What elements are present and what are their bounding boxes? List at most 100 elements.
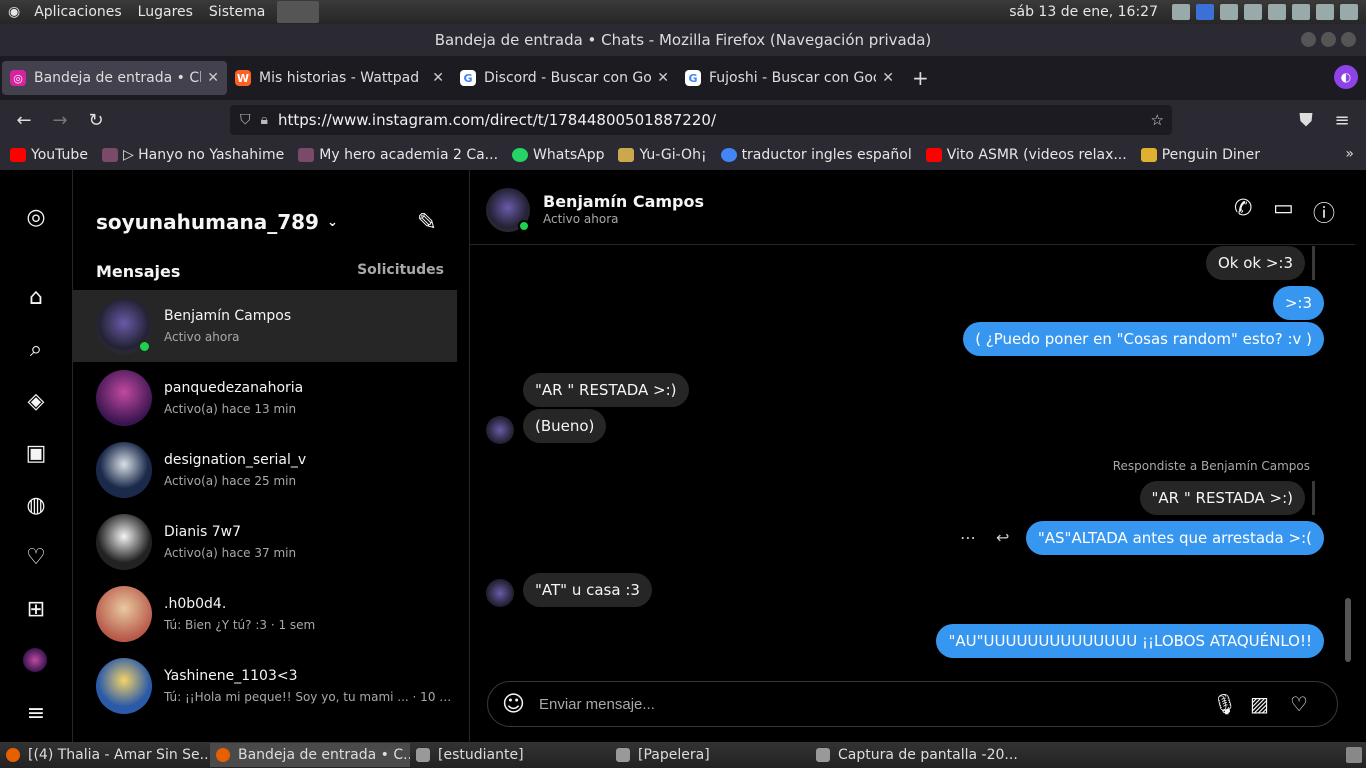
tab-fujoshi-search[interactable]: G Fujoshi - Buscar con Google ✕ bbox=[677, 61, 902, 95]
sender-avatar[interactable] bbox=[486, 416, 514, 444]
more-options-icon[interactable]: ⋯ bbox=[960, 528, 976, 547]
conversation-item[interactable]: designation_serial_v Activo(a) hace 25 mi… bbox=[73, 434, 457, 506]
message-input[interactable] bbox=[539, 695, 1179, 713]
menu-places[interactable]: Lugares bbox=[130, 4, 201, 20]
instagram-logo-icon[interactable]: ◎ bbox=[23, 204, 49, 230]
tab-wattpad[interactable]: W Mis historias - Wattpad ✕ bbox=[227, 61, 452, 95]
profile-avatar[interactable] bbox=[23, 648, 47, 672]
task-firefox-instagram[interactable]: Bandeja de entrada • C... bbox=[210, 743, 410, 767]
message-bubble[interactable]: ( ¿Puedo poner en "Cosas random" esto? :… bbox=[963, 322, 1324, 356]
bookmark-whatsapp[interactable]: WhatsApp bbox=[512, 147, 604, 163]
conversation-item[interactable]: .h0b0d4. Tú: Bien ¿Y tú? :3 · 1 sem bbox=[73, 578, 457, 650]
volume-icon[interactable] bbox=[1244, 4, 1262, 20]
lock-icon[interactable]: 🔒︎ bbox=[261, 112, 268, 128]
avatar bbox=[96, 514, 152, 570]
replied-message[interactable]: "AR " RESTADA >:) bbox=[1139, 481, 1305, 515]
maximize-button[interactable] bbox=[1321, 32, 1336, 47]
bookmark-vito-asmr[interactable]: Vito ASMR (videos relax... bbox=[925, 147, 1127, 163]
messenger-icon[interactable]: ◍ bbox=[23, 492, 49, 518]
emoji-icon[interactable]: ☺ bbox=[502, 692, 525, 717]
conversation-item[interactable]: Yashinene_1103<3 Tú: ¡¡Hola mi peque!! So… bbox=[73, 650, 457, 722]
show-desktop-icon[interactable] bbox=[1346, 747, 1362, 763]
message-bubble[interactable]: "AR " RESTADA >:) bbox=[523, 373, 689, 407]
close-tab-icon[interactable]: ✕ bbox=[207, 70, 219, 86]
task-trash[interactable]: [Papelera] bbox=[610, 743, 810, 767]
bookmark-translator[interactable]: traductor ingles español bbox=[720, 147, 912, 163]
minimize-button[interactable] bbox=[1301, 32, 1316, 47]
keyboard-icon[interactable] bbox=[1316, 4, 1334, 20]
bluetooth-icon[interactable] bbox=[1196, 4, 1214, 20]
home-icon[interactable]: ⌂ bbox=[23, 284, 49, 310]
clock[interactable]: sáb 13 de ene, 16:27 bbox=[1009, 4, 1158, 20]
chat-panel: Benjamín Campos Activo ahora ✆ ▭ ⓘ Ok ok… bbox=[470, 170, 1355, 742]
whatsapp-icon bbox=[512, 148, 529, 162]
avatar bbox=[96, 442, 152, 498]
message-bubble[interactable]: Ok ok >:3 bbox=[1205, 246, 1305, 280]
bookmark-penguin-diner[interactable]: Penguin Diner bbox=[1140, 147, 1260, 163]
heart-icon[interactable]: ♡ bbox=[1290, 692, 1308, 716]
pocket-icon[interactable]: ⛊ bbox=[1288, 110, 1324, 131]
task-screenshot[interactable]: Captura de pantalla -20... bbox=[810, 743, 1040, 767]
image-icon[interactable]: ▨ bbox=[1250, 692, 1269, 716]
search-icon[interactable]: ⌕ bbox=[23, 336, 49, 362]
forward-button[interactable]: → bbox=[42, 110, 78, 131]
hamburger-menu-icon[interactable]: ≡ bbox=[1324, 110, 1360, 131]
network-icon[interactable] bbox=[1172, 4, 1190, 20]
more-bookmarks-icon[interactable]: » bbox=[1345, 146, 1354, 162]
explore-icon[interactable]: ◈ bbox=[23, 388, 49, 414]
conversation-item[interactable]: panquedezanahoria Activo(a) hace 13 min bbox=[73, 362, 457, 434]
close-button[interactable] bbox=[1341, 32, 1356, 47]
bookmark-yashahime[interactable]: ▷ Hanyo no Yashahime bbox=[101, 147, 284, 163]
more-menu-icon[interactable]: ≡ bbox=[23, 700, 49, 726]
reply-icon[interactable]: ↩ bbox=[996, 528, 1009, 547]
message-bubble[interactable]: (Bueno) bbox=[523, 409, 607, 443]
menu-system[interactable]: Sistema bbox=[201, 4, 273, 20]
close-tab-icon[interactable]: ✕ bbox=[432, 70, 444, 86]
video-call-icon[interactable]: ▭ bbox=[1273, 196, 1294, 221]
menu-applications[interactable]: Aplicaciones bbox=[26, 4, 129, 20]
compose-icon[interactable]: ✎ bbox=[417, 208, 437, 236]
sender-avatar[interactable] bbox=[486, 579, 514, 607]
gnome-foot-icon[interactable]: ◉ bbox=[0, 4, 26, 20]
messages-heading: Mensajes bbox=[96, 262, 181, 281]
taskbar: [(4) Thalia - Amar Sin Se... Bandeja de … bbox=[0, 742, 1366, 768]
info-icon[interactable]: ⓘ bbox=[1313, 196, 1335, 228]
bookmark-yugioh[interactable]: Yu-Gi-Oh¡ bbox=[618, 147, 707, 163]
reels-icon[interactable]: ▣ bbox=[23, 440, 49, 466]
close-tab-icon[interactable]: ✕ bbox=[657, 70, 669, 86]
inbox-username[interactable]: soyunahumana_789 ⌄ bbox=[96, 210, 338, 234]
chat-avatar[interactable] bbox=[486, 188, 530, 232]
back-button[interactable]: ← bbox=[6, 110, 42, 131]
power-icon[interactable] bbox=[1340, 4, 1358, 20]
message-bubble[interactable]: "AT" u casa :3 bbox=[523, 573, 652, 607]
bookmark-star-icon[interactable]: ☆ bbox=[1151, 111, 1164, 129]
message-bubble[interactable]: >:3 bbox=[1272, 286, 1324, 320]
requests-link[interactable]: Solicitudes bbox=[357, 262, 444, 278]
signal-icon[interactable] bbox=[1268, 4, 1286, 20]
close-tab-icon[interactable]: ✕ bbox=[882, 70, 894, 86]
new-tab-button[interactable]: + bbox=[912, 66, 929, 90]
conversation-item[interactable]: Dianis 7w7 Activo(a) hace 37 min bbox=[73, 506, 457, 578]
clipboard-icon[interactable] bbox=[1220, 4, 1238, 20]
microphone-icon[interactable]: 🎙︎ bbox=[1212, 692, 1237, 716]
chat-scrollbar[interactable] bbox=[1345, 598, 1351, 662]
reload-button[interactable]: ↻ bbox=[78, 110, 114, 131]
create-icon[interactable]: ⊞ bbox=[23, 596, 49, 622]
bookmark-mha[interactable]: My hero academia 2 Ca... bbox=[298, 147, 498, 163]
message-bubble[interactable]: "AU"UUUUUUUUUUUUUU ¡¡LOBOS ATAQUÉNLO!! bbox=[936, 624, 1324, 658]
shield-icon[interactable]: ⛉ bbox=[240, 112, 251, 128]
firefox-launcher-icon[interactable] bbox=[277, 1, 320, 23]
tab-discord-search[interactable]: G Discord - Buscar con Google ✕ bbox=[452, 61, 677, 95]
tab-instagram[interactable]: ◎ Bandeja de entrada • Chats ✕ bbox=[2, 61, 227, 95]
printer-icon[interactable] bbox=[1292, 4, 1310, 20]
task-firefox-thalia[interactable]: [(4) Thalia - Amar Sin Se... bbox=[0, 743, 210, 767]
chat-header: Benjamín Campos Activo ahora ✆ ▭ ⓘ bbox=[470, 170, 1355, 245]
phone-icon[interactable]: ✆ bbox=[1234, 196, 1252, 221]
url-bar[interactable]: ⛉ 🔒︎ https://www.instagram.com/direct/t/… bbox=[230, 105, 1172, 135]
message-bubble[interactable]: "AS"ALTADA antes que arrestada >:( bbox=[1025, 521, 1324, 555]
heart-icon[interactable]: ♡ bbox=[23, 544, 49, 570]
task-folder-estudiante[interactable]: [estudiante] bbox=[410, 743, 610, 767]
chat-contact-name[interactable]: Benjamín Campos bbox=[543, 192, 704, 211]
conversation-item[interactable]: Benjamín Campos Activo ahora bbox=[73, 290, 457, 362]
bookmark-youtube[interactable]: YouTube bbox=[10, 147, 88, 163]
